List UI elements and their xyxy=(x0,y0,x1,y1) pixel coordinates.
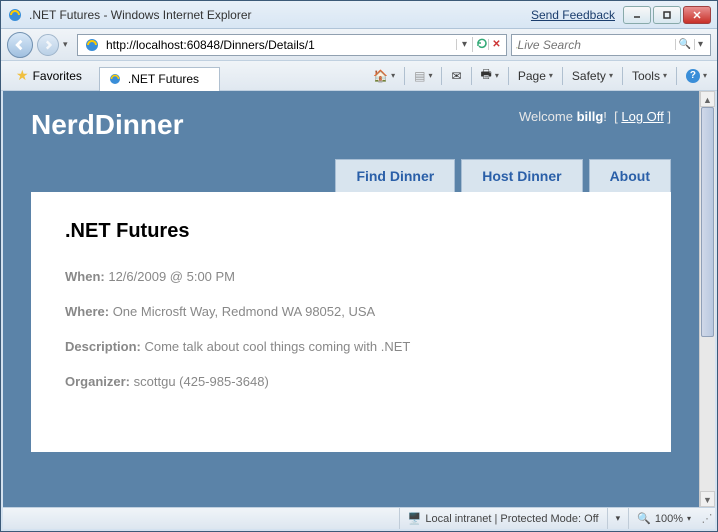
search-button[interactable]: 🔍 xyxy=(675,39,694,50)
separator xyxy=(508,67,509,85)
tools-menu[interactable]: Tools▾ xyxy=(628,66,671,86)
separator xyxy=(441,67,442,85)
tab-favicon xyxy=(108,72,122,86)
url-input[interactable] xyxy=(104,38,456,52)
scroll-thumb[interactable] xyxy=(701,107,714,337)
resize-grip[interactable]: ⋰ xyxy=(699,512,715,525)
rss-icon: ▤ xyxy=(414,69,425,83)
privacy-status[interactable]: ▾ xyxy=(607,508,629,529)
nav-about[interactable]: About xyxy=(589,159,671,192)
page-favicon xyxy=(84,37,100,53)
navigation-bar: ▾ ▾ ✕ 🔍 ▾ xyxy=(1,29,717,61)
separator xyxy=(676,67,677,85)
star-icon: ★ xyxy=(16,67,29,84)
nav-find-dinner[interactable]: Find Dinner xyxy=(335,159,455,192)
send-feedback-link[interactable]: Send Feedback xyxy=(531,8,615,22)
page-body: NerdDinner Welcome billg! [ Log Off ] Fi… xyxy=(3,91,699,507)
zoom-control[interactable]: 🔍 100% ▾ xyxy=(628,508,699,529)
read-mail-button[interactable]: ✉ xyxy=(447,66,465,86)
tab-title: .NET Futures xyxy=(128,72,199,86)
forward-button[interactable] xyxy=(37,34,59,56)
browser-tab[interactable]: .NET Futures xyxy=(99,67,220,91)
search-box: 🔍 ▾ xyxy=(511,34,711,56)
maximize-button[interactable] xyxy=(653,6,681,24)
content-card: .NET Futures When: 12/6/2009 @ 5:00 PM W… xyxy=(31,192,671,452)
logoff-link[interactable]: Log Off xyxy=(621,109,663,124)
help-button[interactable]: ?▾ xyxy=(682,66,711,86)
scroll-down-button[interactable]: ▼ xyxy=(700,491,715,507)
dinner-when: When: 12/6/2009 @ 5:00 PM xyxy=(65,269,637,284)
stop-button[interactable]: ✕ xyxy=(488,39,504,50)
separator xyxy=(404,67,405,85)
zoom-icon: 🔍 xyxy=(637,512,651,525)
home-button[interactable]: 🏠▾ xyxy=(369,66,399,86)
welcome-text: Welcome billg! [ Log Off ] xyxy=(519,109,671,124)
printer-icon: 🖶 xyxy=(481,65,492,86)
favorites-label: Favorites xyxy=(33,69,82,83)
back-button[interactable] xyxy=(7,32,33,58)
separator xyxy=(562,67,563,85)
nav-history-dropdown[interactable]: ▾ xyxy=(63,39,73,50)
status-bar: 🖥️ Local intranet | Protected Mode: Off … xyxy=(3,507,715,529)
scroll-track[interactable] xyxy=(700,107,715,491)
search-dropdown[interactable]: ▾ xyxy=(694,39,706,50)
ie-favicon xyxy=(7,7,23,23)
refresh-button[interactable] xyxy=(472,37,488,52)
window-titlebar: .NET Futures - Windows Internet Explorer… xyxy=(1,1,717,29)
dinner-where: Where: One Microsft Way, Redmond WA 9805… xyxy=(65,304,637,319)
dinner-organizer: Organizer: scottgu (425-985-3648) xyxy=(65,374,637,389)
print-button[interactable]: 🖶▾ xyxy=(477,62,503,89)
username: billg xyxy=(577,109,604,124)
shield-icon: ▾ xyxy=(616,513,621,524)
mail-icon: ✉ xyxy=(451,69,461,83)
search-input[interactable] xyxy=(518,38,675,52)
address-dropdown[interactable]: ▾ xyxy=(456,39,472,50)
security-zone[interactable]: 🖥️ Local intranet | Protected Mode: Off xyxy=(399,508,607,529)
home-icon: 🏠 xyxy=(373,69,388,83)
vertical-scrollbar[interactable]: ▲ ▼ xyxy=(699,91,715,507)
separator xyxy=(471,67,472,85)
computer-icon: 🖥️ xyxy=(408,512,422,525)
close-button[interactable] xyxy=(683,6,711,24)
feeds-button[interactable]: ▤▾ xyxy=(410,66,436,86)
dinner-title: .NET Futures xyxy=(65,220,637,243)
site-nav: Find Dinner Host Dinner About xyxy=(3,159,699,192)
dinner-description: Description: Come talk about cool things… xyxy=(65,339,637,354)
browser-viewport: NerdDinner Welcome billg! [ Log Off ] Fi… xyxy=(3,91,699,507)
command-bar: ★ Favorites .NET Futures 🏠▾ ▤▾ ✉ 🖶▾ Page… xyxy=(1,61,717,91)
window-title: .NET Futures - Windows Internet Explorer xyxy=(29,8,531,22)
site-brand[interactable]: NerdDinner xyxy=(31,109,183,141)
scroll-up-button[interactable]: ▲ xyxy=(700,91,715,107)
page-menu[interactable]: Page▾ xyxy=(514,66,557,86)
address-bar: ▾ ✕ xyxy=(77,34,507,56)
nav-host-dinner[interactable]: Host Dinner xyxy=(461,159,582,192)
help-icon: ? xyxy=(686,69,700,83)
minimize-button[interactable] xyxy=(623,6,651,24)
separator xyxy=(622,67,623,85)
safety-menu[interactable]: Safety▾ xyxy=(568,66,617,86)
favorites-button[interactable]: ★ Favorites xyxy=(7,63,91,88)
